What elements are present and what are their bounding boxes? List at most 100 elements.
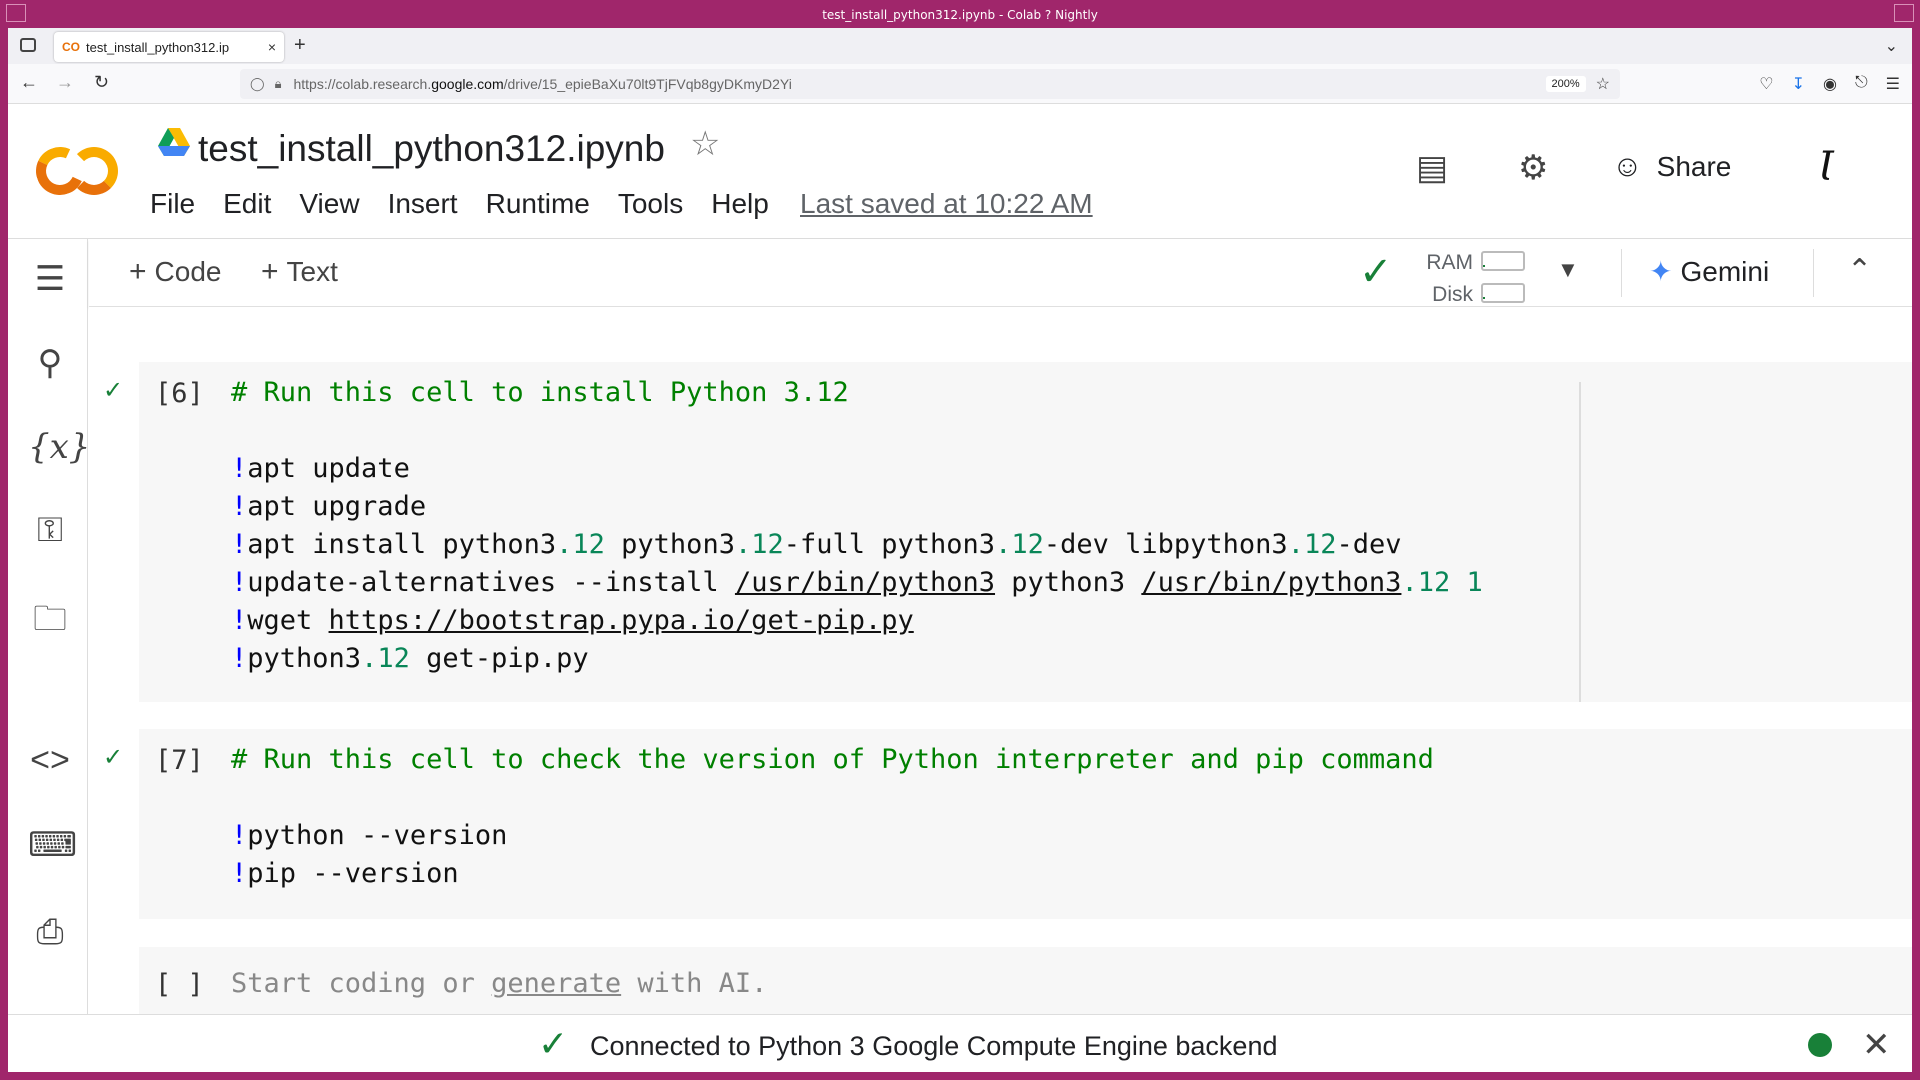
gear-icon[interactable]: ⚙: [1518, 148, 1548, 188]
table-of-contents-icon[interactable]: ☰: [28, 259, 72, 299]
notebook-title[interactable]: test_install_python312.ipynb: [198, 128, 665, 170]
menu-file[interactable]: File: [150, 188, 195, 220]
status-text: Connected to Python 3 Google Compute Eng…: [590, 1031, 1278, 1061]
window-frame: test_install_python312.ipynb - Colab ? N…: [0, 0, 1920, 1080]
close-icon[interactable]: ✕: [1862, 1025, 1891, 1065]
nav-bar: ← → ↻ ◯ 🔒︎ https://colab.research. google…: [8, 64, 1912, 104]
run-check-icon: ✓: [103, 744, 124, 771]
window-title: test_install_python312.ipynb - Colab ? N…: [822, 8, 1098, 22]
code-line: !apt install python3.12 python3.12-full …: [231, 529, 1402, 560]
cell-code[interactable]: # Run this cell to install Python 3.12 !…: [231, 374, 1483, 678]
menu-edit[interactable]: Edit: [223, 188, 271, 220]
new-tab-button[interactable]: +: [294, 34, 306, 57]
notebook-toolbar: + Code + Text ✓ RAM Disk ▼ ✦ Gemini ⌃: [89, 239, 1912, 307]
url-prefix: https://colab.research.: [293, 76, 432, 92]
menu-insert[interactable]: Insert: [388, 188, 458, 220]
zoom-badge[interactable]: 200%: [1545, 76, 1586, 92]
disk-usage-bar[interactable]: [1481, 283, 1525, 303]
extensions-icon[interactable]: ⎋: [1855, 74, 1868, 94]
check-icon: ✓: [538, 1023, 569, 1064]
resource-labels[interactable]: RAM Disk: [1423, 247, 1473, 311]
divider: [1579, 382, 1581, 702]
key-icon[interactable]: ⚿: [28, 511, 72, 550]
code-line: !python --version: [231, 820, 508, 851]
share-label: Share: [1656, 151, 1732, 182]
star-icon[interactable]: ☆: [690, 124, 720, 164]
caret-down-icon[interactable]: ▼: [1557, 257, 1579, 283]
tab-strip: CO test_install_python312.ip × + ⌄: [8, 28, 1912, 64]
command-palette-icon[interactable]: ⌨: [28, 825, 77, 865]
google-drive-icon[interactable]: [158, 128, 190, 156]
cell-code[interactable]: # Run this cell to check the version of …: [231, 741, 1434, 893]
code-line: !apt update: [231, 453, 410, 484]
divider: [1813, 249, 1814, 297]
menu-bar: File Edit View Insert Runtime Tools Help: [150, 188, 797, 220]
run-check-icon: ✓: [103, 377, 124, 404]
browser-window: CO test_install_python312.ip × + ⌄ ← → ↻…: [8, 28, 1912, 1072]
menu-view[interactable]: View: [299, 188, 359, 220]
execution-count[interactable]: [6]: [155, 378, 204, 409]
nav-right-icons: ♡ ↧ ◉ ⎋ ☰: [1759, 74, 1900, 94]
forward-arrow-icon[interactable]: →: [56, 72, 74, 93]
code-line: !pip --version: [231, 858, 459, 889]
chevron-up-icon[interactable]: ⌃: [1847, 253, 1872, 288]
hamburger-menu-icon[interactable]: ☰: [1886, 74, 1900, 94]
chevron-down-icon[interactable]: ⌄: [1885, 36, 1898, 56]
add-text-button[interactable]: + Text: [261, 255, 338, 289]
status-bar: ✓ Connected to Python 3 Google Compute E…: [8, 1014, 1912, 1072]
url-path: /drive/15_epieBaXu70lt9TjFVqb8gyDKmyD2Yi: [503, 76, 792, 92]
code-line: !python3.12 get-pip.py: [231, 643, 589, 674]
shield-icon[interactable]: ◯: [250, 76, 265, 92]
code-line: # Run this cell to install Python 3.12: [231, 377, 849, 408]
code-line: !apt upgrade: [231, 491, 427, 522]
last-saved-link[interactable]: Last saved at 10:22 AM: [800, 188, 1093, 220]
sparkle-icon: ✦: [1649, 256, 1673, 287]
tab-close-icon[interactable]: ×: [268, 39, 276, 55]
connected-check-icon[interactable]: ✓: [1359, 249, 1393, 295]
divider: [1621, 249, 1622, 297]
status-dot: [1808, 1033, 1832, 1057]
execution-count[interactable]: [7]: [155, 745, 204, 776]
menu-help[interactable]: Help: [711, 188, 769, 220]
lock-icon[interactable]: 🔒︎: [275, 76, 282, 92]
bookmark-star-icon[interactable]: ☆: [1596, 74, 1610, 94]
generate-link[interactable]: generate: [491, 968, 621, 999]
code-cell[interactable]: ✓ [7] # Run this cell to check the versi…: [103, 729, 1912, 919]
tab-title: test_install_python312.ip: [86, 39, 230, 55]
colab-favicon-icon: CO: [62, 40, 80, 54]
menu-runtime[interactable]: Runtime: [486, 188, 590, 220]
ram-label: RAM: [1426, 251, 1473, 274]
account-icon[interactable]: ◉: [1823, 74, 1837, 94]
window-menu-button[interactable]: [6, 4, 26, 22]
pocket-icon[interactable]: ♡: [1759, 74, 1773, 94]
gemini-button[interactable]: ✦ Gemini: [1649, 255, 1769, 288]
share-button[interactable]: ☺ Share: [1612, 150, 1731, 184]
back-arrow-icon[interactable]: ←: [20, 72, 38, 93]
code-line: !update-alternatives --install /usr/bin/…: [231, 567, 1483, 598]
url-bar[interactable]: ◯ 🔒︎ https://colab.research. google.com/d…: [240, 69, 1620, 99]
code-line: !wget https://bootstrap.pypa.io/get-pip.…: [231, 605, 914, 636]
execution-count[interactable]: [ ]: [155, 969, 204, 1000]
code-cell[interactable]: ✓ [6] # Run this cell to install Python …: [103, 362, 1912, 702]
tab-list-icon[interactable]: [20, 38, 36, 52]
reload-icon[interactable]: ↻: [94, 72, 109, 93]
add-code-button[interactable]: + Code: [129, 255, 221, 289]
browser-tab[interactable]: CO test_install_python312.ip ×: [54, 32, 284, 62]
ram-usage-bar[interactable]: [1481, 251, 1525, 271]
terminal-icon[interactable]: ⎙: [28, 913, 72, 952]
colab-logo[interactable]: [29, 140, 120, 202]
folder-icon[interactable]: 🗀︎: [28, 595, 72, 652]
url-host: google.com: [431, 76, 504, 92]
comment-icon[interactable]: ▤: [1416, 148, 1448, 188]
download-icon[interactable]: ↧: [1792, 74, 1805, 94]
window-close-button[interactable]: [1894, 4, 1914, 22]
code-snippets-icon[interactable]: <>: [28, 741, 72, 780]
search-icon[interactable]: ⚲: [28, 343, 72, 383]
variables-icon[interactable]: {x}: [28, 427, 90, 467]
avatar[interactable]: Ɩ: [1818, 144, 1834, 190]
menu-tools[interactable]: Tools: [618, 188, 683, 220]
code-line: # Run this cell to check the version of …: [231, 744, 1434, 775]
cell-placeholder[interactable]: Start coding or generate with AI.: [231, 965, 767, 1003]
